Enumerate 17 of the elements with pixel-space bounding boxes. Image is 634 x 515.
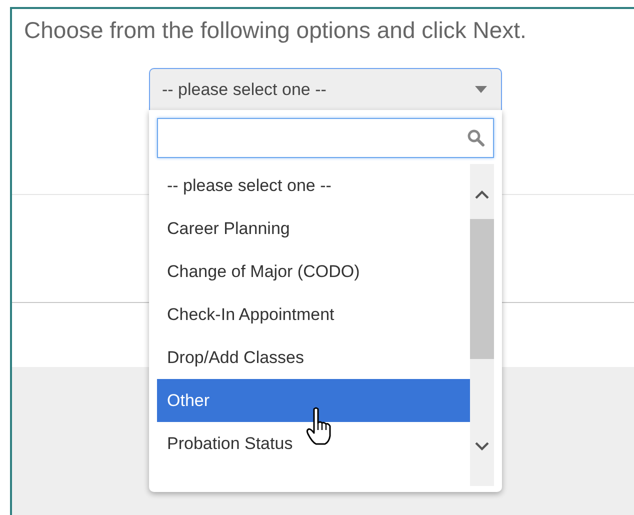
scrollbar-thumb[interactable] [470,219,494,359]
hand-pointer-icon [305,406,333,446]
scroll-up-icon[interactable] [475,190,489,199]
dropdown-option[interactable]: Change of Major (CODO) [157,250,470,293]
dropdown-option[interactable]: Probation Status [157,422,470,465]
dropdown-option[interactable]: Drop/Add Classes [157,336,470,379]
search-icon [467,129,485,147]
dropdown-option[interactable]: -- please select one -- [157,164,470,207]
scroll-down-icon[interactable] [475,442,489,451]
instruction-text: Choose from the following options and click Next. [23,16,528,45]
dropdown-option[interactable]: Career Planning [157,207,470,250]
caret-icon [475,86,487,93]
select-dropdown[interactable]: -- please select one -- [149,68,502,110]
search-field[interactable] [157,118,494,158]
dropdown-option[interactable]: Check-In Appointment [157,293,470,336]
scrollbar[interactable] [470,164,494,486]
dropdown-option[interactable]: Other [157,379,470,422]
